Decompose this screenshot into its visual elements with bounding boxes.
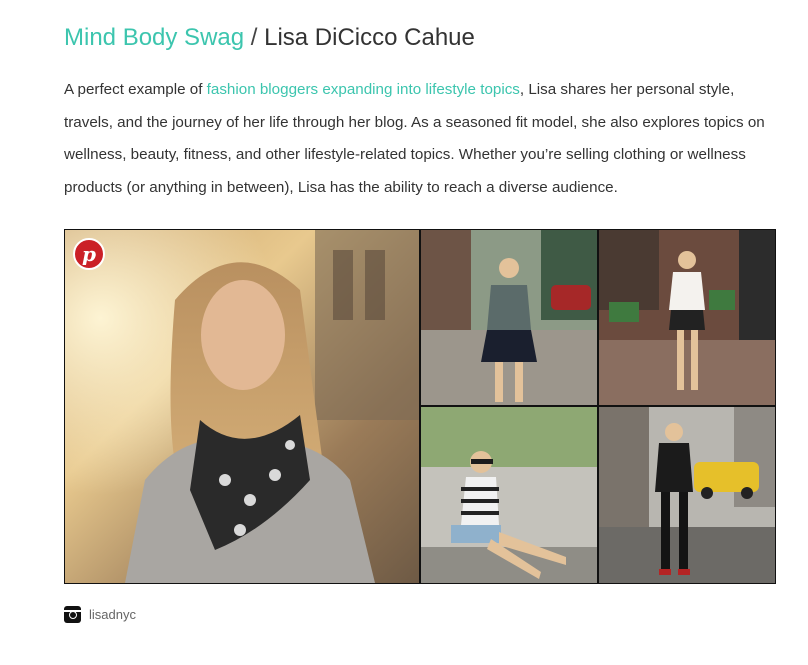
description-intro: A perfect example of xyxy=(64,81,207,98)
pinterest-icon[interactable]: p xyxy=(73,238,105,270)
fashion-bloggers-link[interactable]: fashion bloggers expanding into lifestyl… xyxy=(207,81,520,98)
gallery-photo-street-camo[interactable] xyxy=(421,230,597,405)
photo-gallery xyxy=(64,229,776,584)
pinterest-glyph: p xyxy=(82,242,96,266)
instagram-link[interactable]: lisadnyc xyxy=(64,604,136,624)
brand-link[interactable]: Mind Body Swag xyxy=(64,24,244,51)
page-title: Mind Body Swag / Lisa DiCicco Cahue xyxy=(64,22,475,54)
instagram-icon xyxy=(64,605,81,623)
title-separator: / xyxy=(244,24,265,51)
influencer-name: Lisa DiCicco Cahue xyxy=(264,24,475,51)
gallery-photo-curb[interactable] xyxy=(421,407,597,583)
gallery-photo-main[interactable] xyxy=(65,230,419,583)
description-body: , Lisa shares her personal style, travel… xyxy=(64,81,765,196)
gallery-photo-street-taxi[interactable] xyxy=(599,407,775,583)
instagram-handle: lisadnyc xyxy=(89,606,136,622)
gallery-photo-stoop[interactable] xyxy=(599,230,775,405)
page: Mind Body Swag / Lisa DiCicco Cahue A pe… xyxy=(0,0,808,665)
influencer-description: A perfect example of fashion bloggers ex… xyxy=(64,74,776,204)
